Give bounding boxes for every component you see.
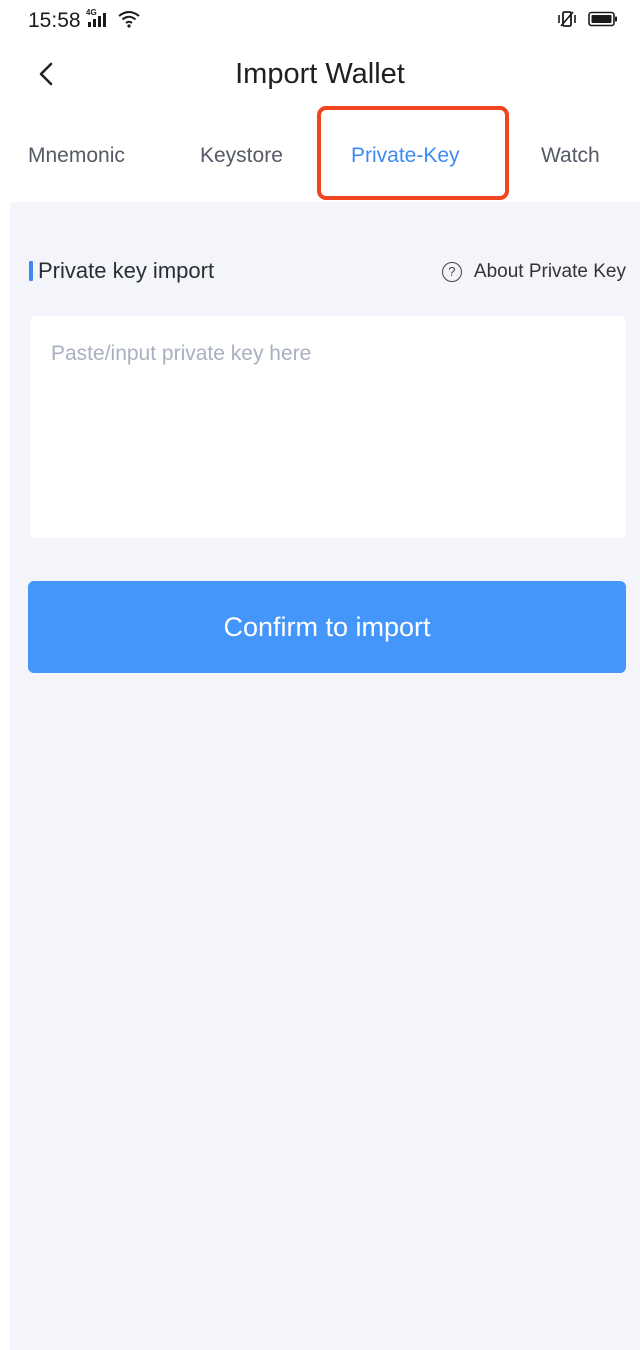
import-method-tabs: Mnemonic Keystore Private-Key Watch	[0, 106, 640, 202]
about-private-key-link[interactable]: ? About Private Key	[441, 260, 626, 284]
tab-keystore[interactable]: Keystore	[200, 144, 283, 168]
app-header: Import Wallet	[0, 42, 640, 106]
section-accent-bar	[29, 261, 33, 281]
battery-icon	[588, 11, 617, 27]
help-icon: ?	[441, 262, 462, 282]
section-title: Private key import	[38, 258, 215, 283]
private-key-panel: Private key import ? About Private Key C…	[10, 202, 640, 1350]
tab-watch[interactable]: Watch	[541, 144, 600, 168]
vibrate-icon	[558, 11, 576, 27]
wifi-icon	[118, 11, 140, 28]
status-bar: 15:58 4G	[0, 0, 640, 42]
status-time: 15:58	[28, 9, 81, 32]
about-private-key-label: About Private Key	[473, 261, 626, 282]
section-header: Private key import ? About Private Key	[10, 258, 640, 288]
page-title: Import Wallet	[235, 58, 405, 90]
tab-mnemonic[interactable]: Mnemonic	[28, 144, 125, 168]
tab-highlight-box	[317, 106, 509, 200]
private-key-input[interactable]	[30, 316, 626, 538]
import-wallet-screen: 15:58 4G Import Wallet Mnemonic Keystore…	[0, 0, 640, 1350]
confirm-import-button[interactable]: Confirm to import	[28, 581, 626, 673]
network-type-label: 4G	[86, 8, 97, 17]
cellular-signal-icon: 4G	[86, 8, 116, 30]
